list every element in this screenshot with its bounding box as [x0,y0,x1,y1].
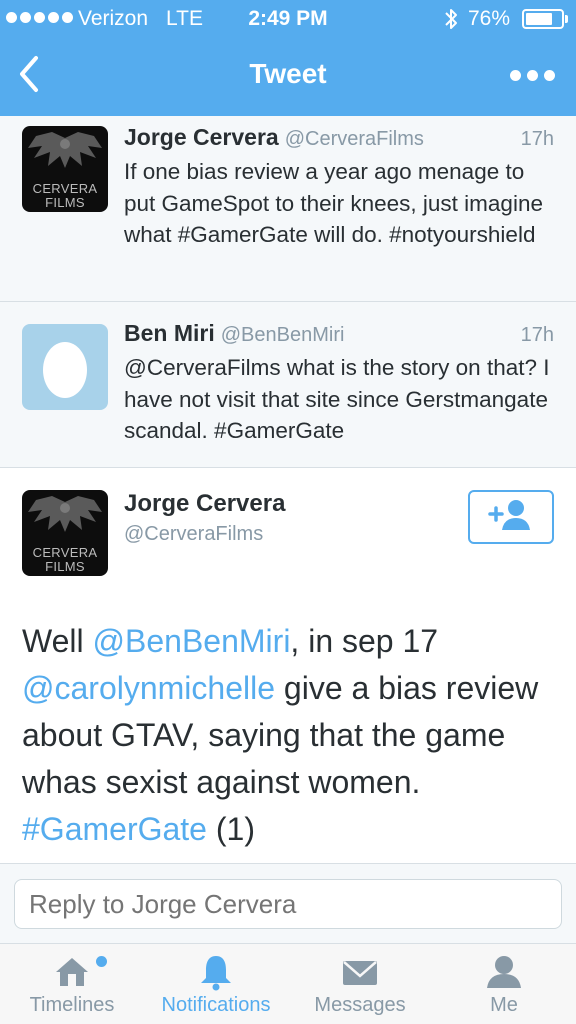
tweet-text: @CerveraFilms what is the story on that?… [124,355,550,443]
avatar-logo-text: CERVERA [32,181,98,196]
tweet-text-part: (1) [206,811,255,847]
status-bar: Verizon LTE 2:49 PM 76% [0,0,576,38]
egg-icon [43,342,87,398]
tweet-author-name[interactable]: Ben Miri [124,320,215,346]
battery-tip [565,15,568,23]
tweet-author-handle[interactable]: @CerveraFilms [124,523,263,546]
battery-fill [526,13,552,25]
avatar-logo-text: FILMS [45,195,85,210]
page-title: Tweet [249,58,327,89]
tweet-author-name[interactable]: Jorge Cervera [124,124,279,150]
tweet-author-name[interactable]: Jorge Cervera [124,490,285,518]
tweet-text: If one bias review a year ago menage to … [124,159,543,247]
tab-me[interactable]: Me [432,944,576,1024]
tab-timelines[interactable]: Timelines [0,944,144,1024]
avatar[interactable]: CERVERA FILMS [22,126,108,212]
follow-button[interactable] [468,490,554,544]
reply-bar [0,864,576,944]
thread-tweet[interactable]: CERVERA FILMS Jorge Cervera @CerveraFilms… [0,116,576,302]
battery-icon [522,9,564,29]
home-icon [56,958,88,986]
tweet-header: Jorge Cervera @CerveraFilms 17h [124,124,560,156]
unread-dot [96,956,107,967]
tab-label: Notifications [161,994,271,1016]
eagle-logo-icon [28,496,102,532]
top-bar: Verizon LTE 2:49 PM 76% Tweet [0,0,576,116]
avatar[interactable] [22,324,108,410]
tab-label: Me [490,994,518,1016]
tweet-author-handle[interactable]: @BenBenMiri [221,324,345,346]
tweet-text-part: Well [22,623,93,659]
envelope-icon [343,961,377,985]
eagle-logo-icon [28,132,102,168]
tab-bar: Timelines Notifications Messages Me [0,944,576,1024]
tweet-timestamp: 17h [520,324,554,346]
thread-tweet[interactable]: Ben Miri @BenBenMiri 17h @CerveraFilms wh… [0,302,576,468]
tweet-text: Well @BenBenMiri, in sep 17 @carolynmich… [22,618,562,853]
tweet-header: Ben Miri @BenBenMiri 17h [124,320,560,352]
follow-user-icon [488,500,530,530]
main-tweet: CERVERA FILMS Jorge Cervera @CerveraFilm… [0,468,576,864]
tab-notifications[interactable]: Notifications [144,944,288,1024]
tab-label: Messages [314,994,406,1016]
reply-input[interactable] [14,879,562,929]
hashtag-link[interactable]: #GamerGate [22,811,207,847]
tweet-timestamp: 17h [520,128,554,150]
bluetooth-icon [445,9,457,29]
mention-link[interactable]: @BenBenMiri [93,623,291,659]
tweet-author-handle[interactable]: @CerveraFilms [285,128,424,150]
more-dots-icon[interactable] [510,70,555,81]
avatar-logo-text: FILMS [45,559,85,574]
bell-icon [201,956,231,991]
tweet-body: Jorge Cervera @CerveraFilms 17h If one bi… [124,124,560,251]
avatar-logo-text: CERVERA [32,545,98,560]
battery-percent: 76% [468,7,511,30]
mention-link[interactable]: @carolynmichelle [22,670,275,706]
tab-label: Timelines [29,994,115,1016]
tweet-body: Ben Miri @BenBenMiri 17h @CerveraFilms wh… [124,320,560,447]
tweet-text-part: , in sep 17 [290,623,439,659]
avatar[interactable]: CERVERA FILMS [22,490,108,576]
nav-bar: Tweet [0,40,576,116]
tab-messages[interactable]: Messages [288,944,432,1024]
person-icon [487,956,521,988]
